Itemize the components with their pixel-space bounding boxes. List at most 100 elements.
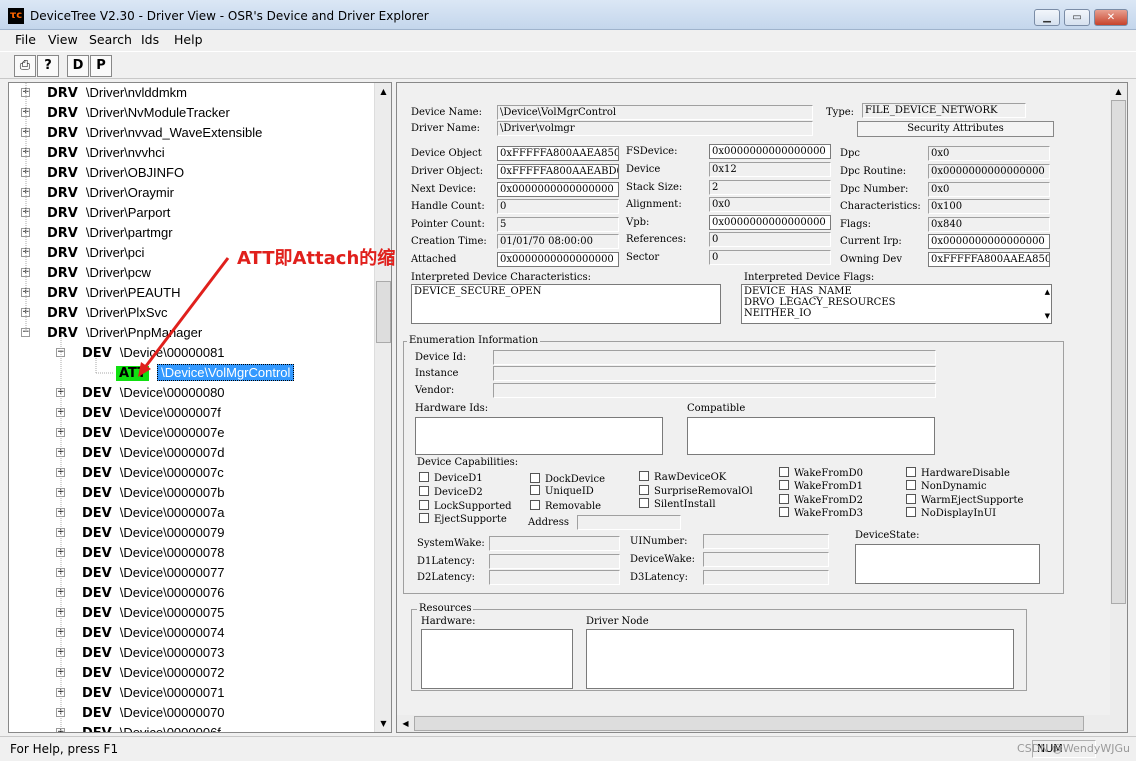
tree-row[interactable]: + DEV \Device\00000077	[56, 563, 225, 583]
checkbox-icon[interactable]	[779, 467, 789, 477]
expand-icon[interactable]: +	[56, 488, 65, 497]
menu-search[interactable]: Search	[89, 32, 132, 47]
capability-checkbox[interactable]: NonDynamic	[906, 480, 987, 492]
expand-icon[interactable]: +	[21, 188, 30, 197]
expand-icon[interactable]: +	[56, 548, 65, 557]
menu-file[interactable]: File	[15, 32, 36, 47]
expand-icon[interactable]: +	[21, 108, 30, 117]
expand-icon[interactable]: +	[56, 688, 65, 697]
expand-icon[interactable]: +	[56, 608, 65, 617]
hardware-ids-list[interactable]	[415, 417, 663, 455]
pnp-view-button[interactable]: P	[90, 55, 112, 77]
expand-icon[interactable]: +	[21, 248, 30, 257]
tree-row[interactable]: + DEV \Device\0000006f	[56, 723, 221, 732]
checkbox-icon[interactable]	[779, 480, 789, 490]
checkbox-icon[interactable]	[419, 486, 429, 496]
tree-row[interactable]: + DEV \Device\00000071	[56, 683, 225, 703]
detail-vertical-scrollbar[interactable]: ▲	[1110, 83, 1127, 715]
capability-checkbox[interactable]: DockDevice	[530, 473, 605, 485]
checkbox-icon[interactable]	[906, 494, 916, 504]
expand-icon[interactable]: +	[56, 728, 65, 732]
capability-checkbox[interactable]: WarmEjectSupporte	[906, 494, 1023, 506]
checkbox-icon[interactable]	[530, 500, 540, 510]
expand-icon[interactable]: +	[56, 428, 65, 437]
expand-icon[interactable]: +	[56, 528, 65, 537]
scroll-down-icon[interactable]: ▼	[375, 715, 391, 732]
expand-icon[interactable]: +	[21, 308, 30, 317]
capability-checkbox[interactable]: WakeFromD3	[779, 507, 863, 519]
checkbox-icon[interactable]	[906, 467, 916, 477]
checkbox-icon[interactable]	[639, 485, 649, 495]
checkbox-icon[interactable]	[639, 471, 649, 481]
tree-row[interactable]: + DEV \Device\00000074	[56, 623, 225, 643]
security-attributes-button[interactable]: Security Attributes	[857, 121, 1054, 137]
tree-scrollbar[interactable]: ▲ ▼	[374, 83, 391, 732]
capability-checkbox[interactable]: LockSupported	[419, 500, 512, 512]
expand-icon[interactable]: +	[56, 388, 65, 397]
tree-row[interactable]: + DEV \Device\00000080	[56, 383, 225, 403]
maximize-button[interactable]: ▭	[1064, 9, 1090, 26]
compatible-list[interactable]	[687, 417, 935, 455]
tree-row[interactable]: − DEV \Device\00000081	[56, 343, 225, 363]
capability-checkbox[interactable]: UniqueID	[530, 485, 594, 497]
tree-row[interactable]: + DRV \Driver\partmgr	[21, 223, 173, 243]
expand-icon[interactable]: +	[56, 668, 65, 677]
detail-horizontal-scrollbar[interactable]: ◀	[397, 715, 1127, 732]
checkbox-icon[interactable]	[419, 472, 429, 482]
checkbox-icon[interactable]	[779, 507, 789, 517]
tree-row[interactable]: + DRV \Driver\OBJINFO	[21, 163, 184, 183]
scroll-up-icon[interactable]: ▲	[1045, 287, 1050, 298]
flags-list[interactable]: DEVICE_HAS_NAME DRVO_LEGACY_RESOURCES NE…	[741, 284, 1052, 324]
tree-row[interactable]: + DEV \Device\0000007b	[56, 483, 225, 503]
expand-icon[interactable]: +	[21, 128, 30, 137]
minimize-button[interactable]: ▁	[1034, 9, 1060, 26]
expand-icon[interactable]: +	[56, 628, 65, 637]
tree-row[interactable]: ATT \Device\VolMgrControl	[116, 363, 295, 383]
collapse-icon[interactable]: −	[56, 348, 65, 357]
tree-row[interactable]: + DRV \Driver\NvModuleTracker	[21, 103, 230, 123]
tree-row[interactable]: + DEV \Device\0000007c	[56, 463, 224, 483]
capability-checkbox[interactable]: EjectSupporte	[419, 513, 507, 525]
capability-checkbox[interactable]: WakeFromD0	[779, 467, 863, 479]
tree-row[interactable]: + DEV \Device\00000075	[56, 603, 225, 623]
tree-row[interactable]: + DEV \Device\00000073	[56, 643, 225, 663]
tree-row[interactable]: + DRV \Driver\pci	[21, 243, 144, 263]
close-button[interactable]: ✕	[1094, 9, 1128, 26]
tree-row[interactable]: + DRV \Driver\nvvhci	[21, 143, 165, 163]
characteristics-list[interactable]: DEVICE_SECURE_OPEN	[411, 284, 721, 324]
device-state-list[interactable]	[855, 544, 1040, 584]
menu-view[interactable]: View	[48, 32, 78, 47]
capability-checkbox[interactable]: SurpriseRemovalOl	[639, 485, 753, 497]
tree-row[interactable]: + DEV \Device\0000007a	[56, 503, 225, 523]
capability-checkbox[interactable]: DeviceD1	[419, 472, 483, 484]
checkbox-icon[interactable]	[906, 480, 916, 490]
capability-checkbox[interactable]: NoDisplayInUI	[906, 507, 996, 519]
expand-icon[interactable]: +	[56, 708, 65, 717]
tree-row[interactable]: + DEV \Device\0000007f	[56, 403, 221, 423]
expand-icon[interactable]: +	[56, 448, 65, 457]
expand-icon[interactable]: +	[21, 88, 30, 97]
tree-row[interactable]: + DEV \Device\00000079	[56, 523, 225, 543]
menu-ids[interactable]: Ids	[141, 32, 159, 47]
tree-row[interactable]: + DEV \Device\00000076	[56, 583, 225, 603]
checkbox-icon[interactable]	[779, 494, 789, 504]
capability-checkbox[interactable]: RawDeviceOK	[639, 471, 726, 483]
tree-row[interactable]: + DEV \Device\0000007d	[56, 443, 225, 463]
tree-row[interactable]: + DEV \Device\0000007e	[56, 423, 225, 443]
tree-row[interactable]: + DEV \Device\00000070	[56, 703, 225, 723]
help-icon[interactable]: ?	[37, 55, 59, 77]
driver-view-button[interactable]: D	[67, 55, 89, 77]
tree-row[interactable]: + DRV \Driver\PEAUTH	[21, 283, 181, 303]
checkbox-icon[interactable]	[419, 513, 429, 523]
tree-row[interactable]: − DRV \Driver\PnpManager	[21, 323, 202, 343]
capability-checkbox[interactable]: WakeFromD1	[779, 480, 863, 492]
checkbox-icon[interactable]	[419, 500, 429, 510]
expand-icon[interactable]: +	[21, 268, 30, 277]
tree-row[interactable]: + DRV \Driver\nvvad_WaveExtensible	[21, 123, 262, 143]
collapse-icon[interactable]: −	[21, 328, 30, 337]
expand-icon[interactable]: +	[21, 208, 30, 217]
scroll-left-icon[interactable]: ◀	[397, 715, 414, 732]
capability-checkbox[interactable]: SilentInstall	[639, 498, 716, 510]
tree-row[interactable]: + DEV \Device\00000072	[56, 663, 225, 683]
scroll-down-icon[interactable]: ▼	[1045, 311, 1050, 322]
